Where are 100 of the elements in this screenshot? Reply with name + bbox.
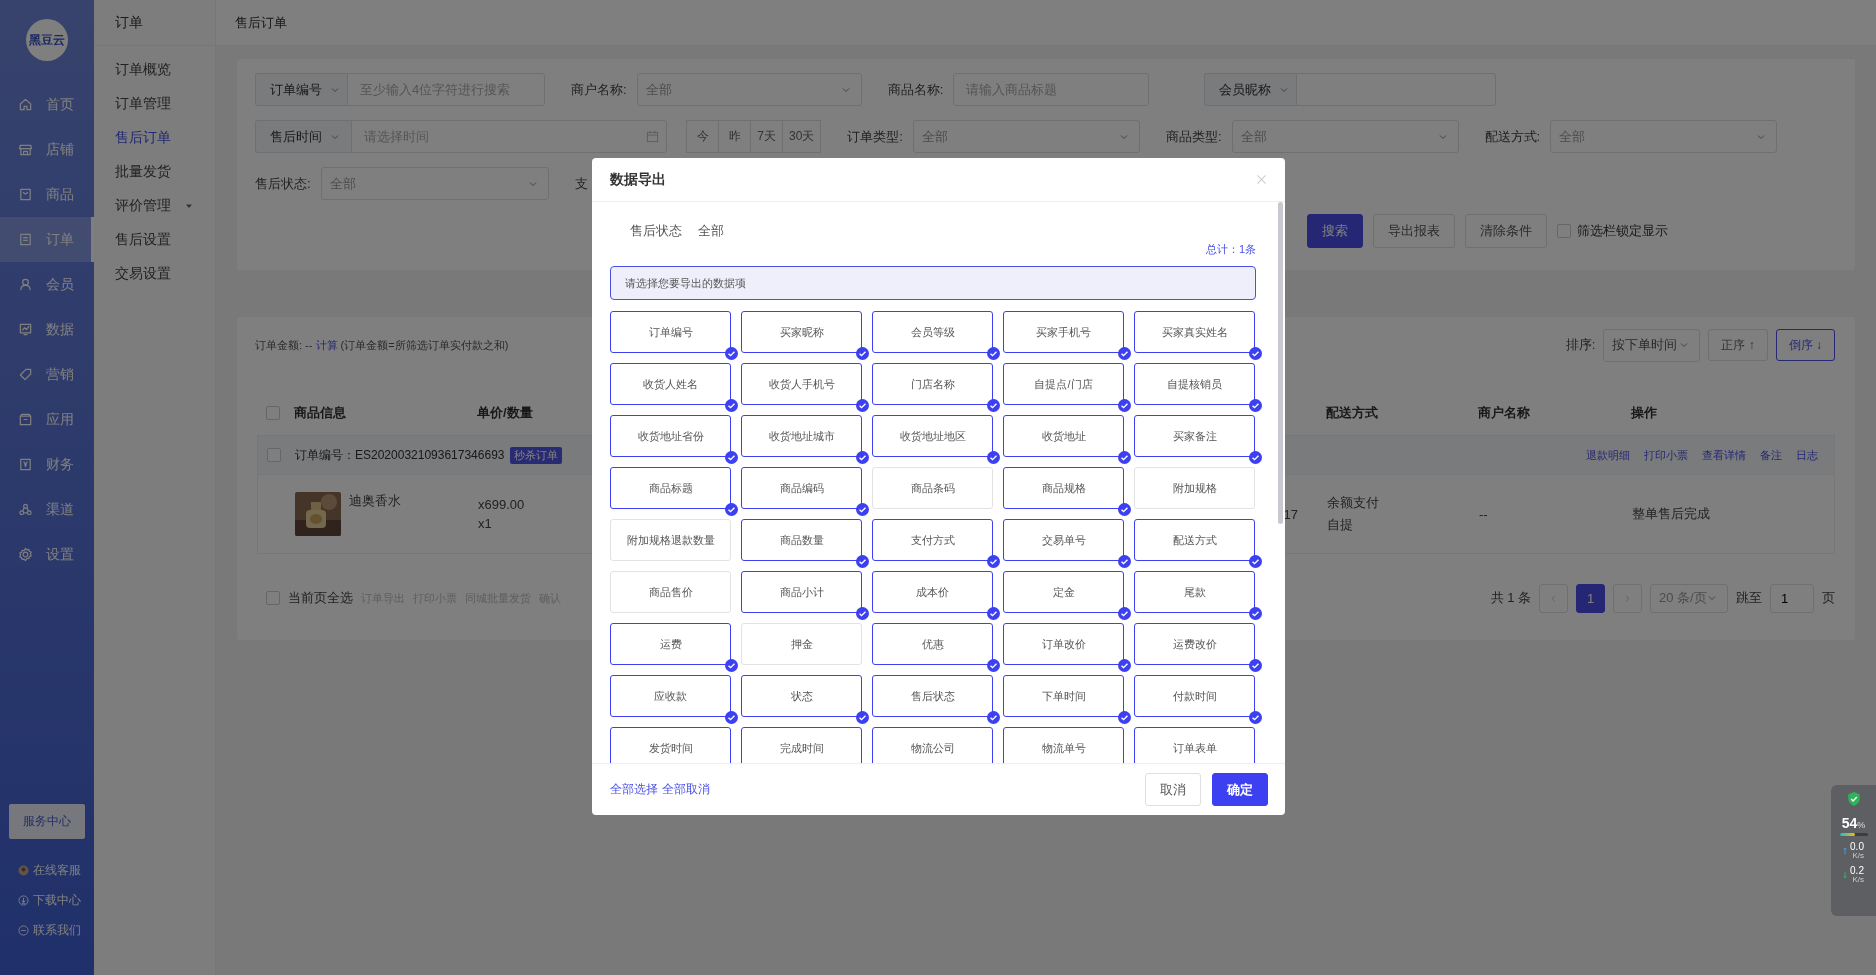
- export-field-option[interactable]: 完成时间: [741, 727, 862, 763]
- nav-item[interactable]: 设置: [0, 532, 94, 577]
- action-button[interactable]: 导出报表: [1373, 214, 1455, 248]
- export-field-option[interactable]: 售后状态: [872, 675, 993, 717]
- service-center-button[interactable]: 服务中心: [9, 804, 85, 839]
- nav-item[interactable]: 营销: [0, 352, 94, 397]
- export-field-option[interactable]: 支付方式: [872, 519, 993, 561]
- nav-item[interactable]: 渠道: [0, 487, 94, 532]
- nav-item[interactable]: 财务: [0, 442, 94, 487]
- close-icon[interactable]: [1256, 174, 1267, 185]
- date-shortcut-button[interactable]: 30天: [782, 120, 822, 153]
- export-field-option[interactable]: 收货地址地区: [872, 415, 993, 457]
- order-action-link[interactable]: 备注: [1760, 447, 1782, 463]
- export-field-option[interactable]: 商品编码: [741, 467, 862, 509]
- submenu-item[interactable]: 评价管理: [94, 189, 215, 223]
- export-field-option[interactable]: 门店名称: [872, 363, 993, 405]
- export-field-option[interactable]: 商品规格: [1003, 467, 1124, 509]
- order-action-link[interactable]: 日志: [1796, 447, 1818, 463]
- sort-order-button[interactable]: 正序 ↑: [1708, 329, 1768, 361]
- sidebar-link[interactable]: 下载中心: [0, 885, 94, 915]
- submenu-item[interactable]: 交易设置: [94, 257, 215, 291]
- order-action-link[interactable]: 打印小票: [1644, 447, 1688, 463]
- export-field-option[interactable]: 运费: [610, 623, 731, 665]
- filter-type-select[interactable]: 售后时间: [255, 120, 351, 153]
- submenu-item[interactable]: 售后设置: [94, 223, 215, 257]
- nav-item[interactable]: 数据: [0, 307, 94, 352]
- export-field-option[interactable]: 买家备注: [1134, 415, 1255, 457]
- search-button[interactable]: 搜索: [1307, 214, 1363, 248]
- submenu-item[interactable]: 售后订单: [94, 121, 215, 155]
- export-field-option[interactable]: 商品标题: [610, 467, 731, 509]
- date-shortcut-button[interactable]: 昨: [718, 120, 751, 153]
- select-all-link[interactable]: 全部选择: [610, 781, 658, 798]
- export-field-option[interactable]: 发货时间: [610, 727, 731, 763]
- order-action-link[interactable]: 查看详情: [1702, 447, 1746, 463]
- sort-order-button[interactable]: 倒序 ↓: [1775, 329, 1835, 361]
- export-field-option[interactable]: 应收款: [610, 675, 731, 717]
- nav-item[interactable]: 会员: [0, 262, 94, 307]
- action-button[interactable]: 清除条件: [1465, 214, 1547, 248]
- deselect-all-link[interactable]: 全部取消: [662, 781, 710, 798]
- export-field-option[interactable]: 配送方式: [1134, 519, 1255, 561]
- submenu-title: 订单: [94, 0, 215, 46]
- checkbox[interactable]: [266, 406, 280, 420]
- export-field-option[interactable]: 下单时间: [1003, 675, 1124, 717]
- nav-item[interactable]: 店铺: [0, 127, 94, 172]
- filter-type-select[interactable]: 会员昵称: [1204, 73, 1297, 106]
- export-field-option[interactable]: 收货地址: [1003, 415, 1124, 457]
- checkbox[interactable]: [267, 448, 281, 462]
- filter-type-select[interactable]: 订单编号: [255, 73, 347, 106]
- page-button[interactable]: 1: [1576, 583, 1605, 613]
- export-field-option[interactable]: 订单改价: [1003, 623, 1124, 665]
- export-field-option[interactable]: 成本价: [872, 571, 993, 613]
- export-field-option[interactable]: 交易单号: [1003, 519, 1124, 561]
- date-shortcut-button[interactable]: 今: [686, 120, 719, 153]
- export-field-option[interactable]: 状态: [741, 675, 862, 717]
- page-number-field[interactable]: 1: [1770, 583, 1814, 613]
- export-field-option[interactable]: 物流单号: [1003, 727, 1124, 763]
- sort-select[interactable]: 按下单时间: [1603, 328, 1701, 362]
- checkbox[interactable]: [266, 591, 280, 605]
- nav-item[interactable]: 应用: [0, 397, 94, 442]
- submenu-item[interactable]: 订单管理: [94, 87, 215, 121]
- export-field-option[interactable]: 收货地址省份: [610, 415, 731, 457]
- export-field-option[interactable]: 自提核销员: [1134, 363, 1255, 405]
- export-field-option[interactable]: 自提点/门店: [1003, 363, 1124, 405]
- upload-arrow-icon: [1843, 846, 1848, 856]
- export-field-option[interactable]: 买家手机号: [1003, 311, 1124, 353]
- export-field-option[interactable]: 商品售价: [610, 571, 731, 613]
- export-field-option[interactable]: 定金: [1003, 571, 1124, 613]
- export-field-option[interactable]: 买家真实姓名: [1134, 311, 1255, 353]
- export-field-option[interactable]: 订单编号: [610, 311, 731, 353]
- export-field-option[interactable]: 尾款: [1134, 571, 1255, 613]
- date-shortcut-button[interactable]: 7天: [750, 120, 783, 153]
- nav-item[interactable]: 商品: [0, 172, 94, 217]
- checkbox[interactable]: [1557, 224, 1571, 238]
- export-field-option[interactable]: 商品数量: [741, 519, 862, 561]
- export-field-option[interactable]: 附加规格: [1134, 467, 1255, 509]
- filter-label: 售后状态: [630, 222, 682, 240]
- sidebar-link[interactable]: 联系我们: [0, 915, 94, 945]
- order-action-link[interactable]: 退款明细: [1586, 447, 1630, 463]
- export-field-option[interactable]: 优惠: [872, 623, 993, 665]
- sidebar-link[interactable]: 在线客服: [0, 855, 94, 885]
- confirm-button[interactable]: 确定: [1212, 773, 1268, 806]
- submenu-item[interactable]: 订单概览: [94, 53, 215, 87]
- export-field-option[interactable]: 会员等级: [872, 311, 993, 353]
- export-field-option[interactable]: 收货人姓名: [610, 363, 731, 405]
- export-field-option[interactable]: 买家昵称: [741, 311, 862, 353]
- logo[interactable]: 黑豆云: [26, 19, 68, 61]
- export-field-option[interactable]: 付款时间: [1134, 675, 1255, 717]
- export-field-option[interactable]: 押金: [741, 623, 862, 665]
- export-field-option[interactable]: 收货人手机号: [741, 363, 862, 405]
- export-field-option[interactable]: 商品小计: [741, 571, 862, 613]
- export-field-option[interactable]: 商品条码: [872, 467, 993, 509]
- export-field-option[interactable]: 物流公司: [872, 727, 993, 763]
- export-field-option[interactable]: 收货地址城市: [741, 415, 862, 457]
- export-field-option[interactable]: 订单表单: [1134, 727, 1255, 763]
- submenu-item[interactable]: 批量发货: [94, 155, 215, 189]
- nav-item[interactable]: 首页: [0, 82, 94, 127]
- export-field-option[interactable]: 附加规格退款数量: [610, 519, 731, 561]
- cancel-button[interactable]: 取消: [1145, 773, 1201, 806]
- export-field-option[interactable]: 运费改价: [1134, 623, 1255, 665]
- calculate-link[interactable]: 计算: [315, 338, 338, 351]
